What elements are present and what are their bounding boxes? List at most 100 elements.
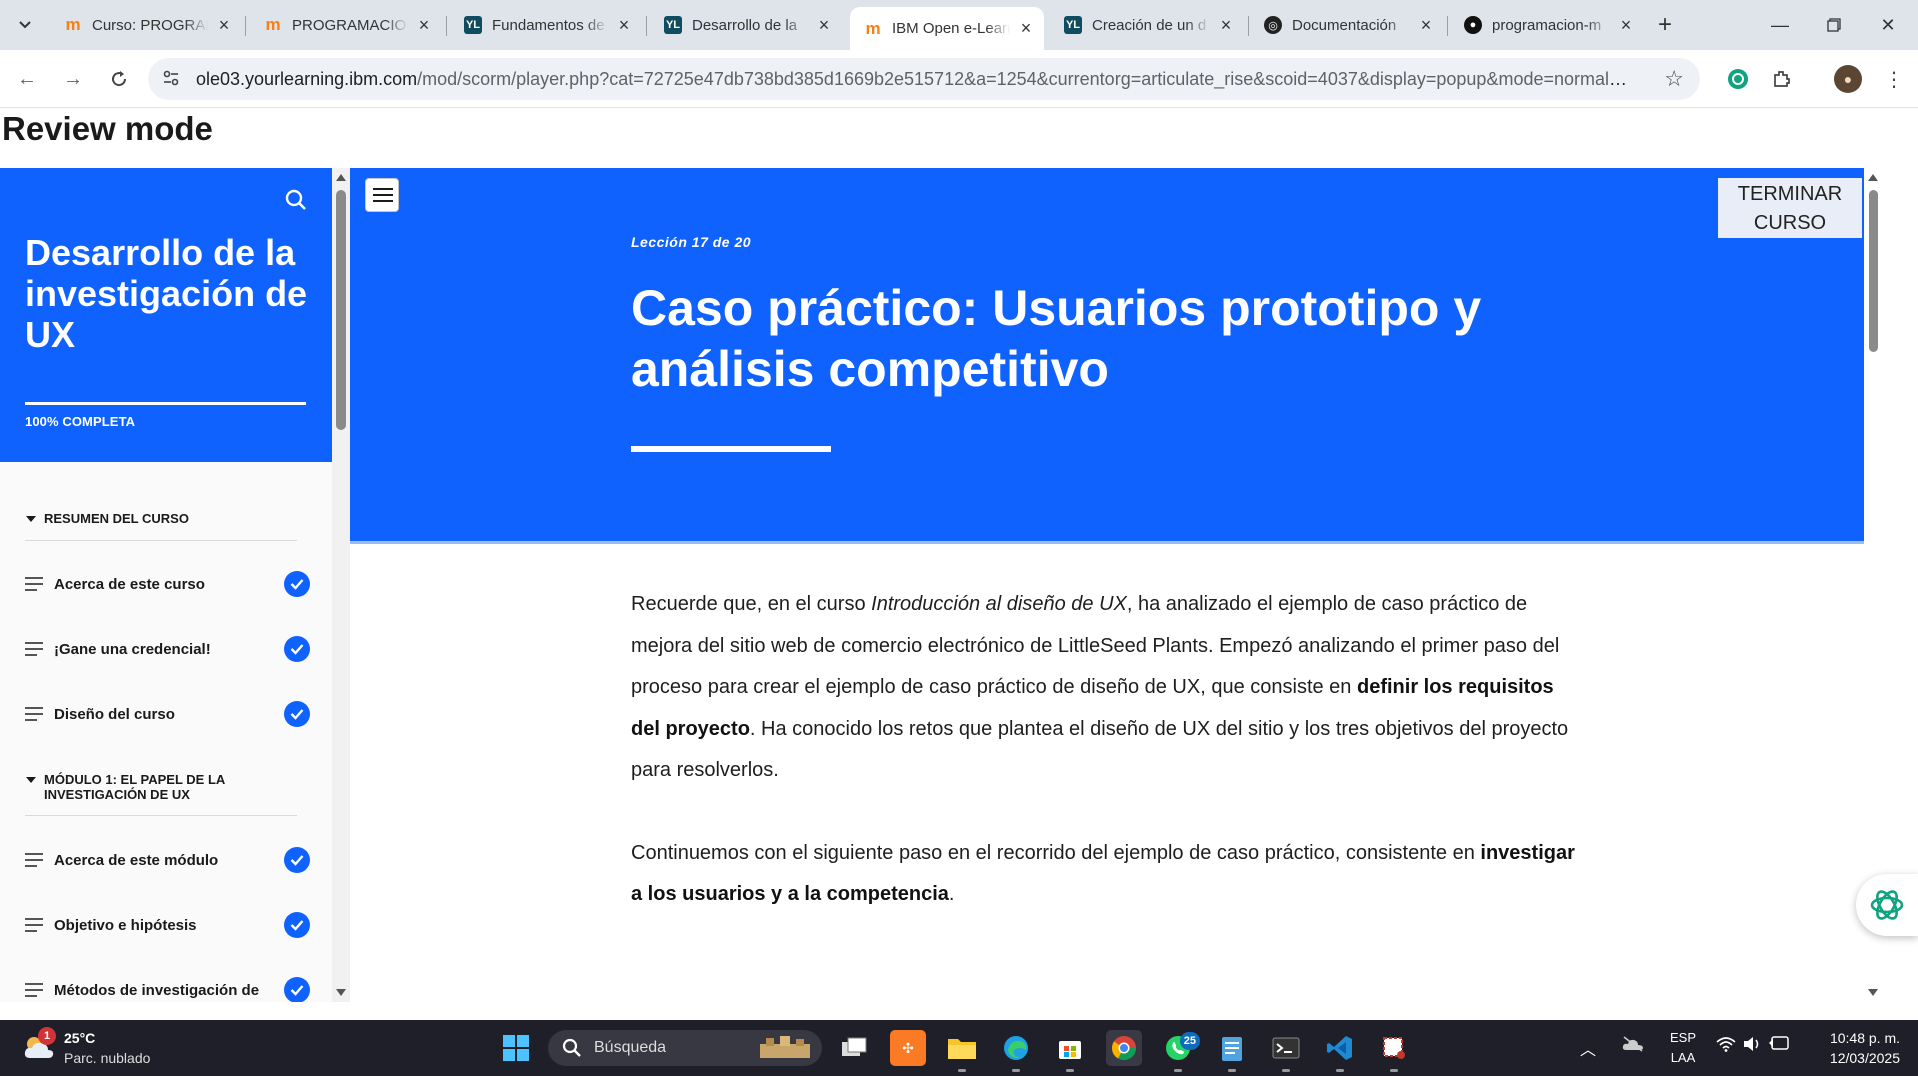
url-text[interactable]: ole03.yourlearning.ibm.com/mod/scorm/pla… — [196, 69, 1636, 90]
section-module-1[interactable]: MÓDULO 1: EL PAPEL DE LA INVESTIGACIÓN D… — [25, 772, 297, 802]
tab-label: IBM Open e-Learning — [892, 20, 1010, 37]
ai-assistant-button[interactable] — [1856, 874, 1918, 936]
close-icon[interactable]: × — [1218, 15, 1234, 36]
bookmark-star-icon[interactable]: ☆ — [1664, 66, 1684, 92]
divider — [25, 815, 297, 816]
task-view-icon[interactable] — [836, 1030, 872, 1066]
close-icon[interactable]: × — [616, 15, 632, 36]
browser-tab-strip: m Curso: PROGRAMACION × m PROGRAMACION ×… — [0, 0, 1918, 50]
close-icon[interactable]: × — [1618, 15, 1634, 36]
input-layout[interactable]: LAA — [1668, 1050, 1698, 1065]
xampp-icon[interactable]: ✣ — [890, 1030, 926, 1066]
onedrive-off-icon[interactable] — [1622, 1036, 1644, 1057]
sidebar-item-about-module[interactable]: Acerca de este módulo — [25, 845, 310, 875]
scrollbar-thumb[interactable] — [1869, 190, 1878, 352]
terminal-icon[interactable] — [1268, 1030, 1304, 1072]
browser-tab[interactable]: YL Fundamentos de × — [450, 7, 642, 43]
yourlearning-icon: YL — [464, 16, 482, 34]
vscode-icon[interactable] — [1322, 1030, 1358, 1072]
completed-check-icon — [284, 847, 310, 873]
browser-tab[interactable]: m Curso: PROGRAMACION × — [50, 7, 242, 43]
scroll-down-icon[interactable] — [336, 989, 346, 996]
browser-tab[interactable]: m PROGRAMACION × — [250, 7, 442, 43]
sidebar-item-credential[interactable]: ¡Gane una credencial! — [25, 634, 310, 664]
battery-icon[interactable] — [1768, 1036, 1790, 1055]
sidebar-item-course-design[interactable]: Diseño del curso — [25, 699, 310, 729]
tab-search-icon[interactable] — [10, 10, 40, 40]
file-explorer-icon[interactable] — [944, 1030, 980, 1072]
taskbar-search[interactable]: Búsqueda — [548, 1030, 822, 1066]
lesson-hero: TERMINAR CURSO Lección 17 de 20 Caso prá… — [350, 168, 1864, 541]
volume-icon[interactable] — [1742, 1036, 1762, 1057]
start-icon[interactable] — [498, 1030, 534, 1066]
completed-check-icon — [284, 912, 310, 938]
menu-toggle-button[interactable] — [365, 178, 399, 212]
sidebar-item-objective[interactable]: Objetivo e hipótesis — [25, 910, 310, 940]
notepad-icon[interactable] — [1214, 1030, 1250, 1072]
browser-tab[interactable]: YL Creación de un d × — [1050, 7, 1244, 43]
browser-tab[interactable]: ◎ Documentación × — [1250, 7, 1444, 43]
url-host: ole03.yourlearning.ibm.com — [196, 69, 418, 89]
reload-icon[interactable] — [104, 64, 134, 94]
section-course-summary[interactable]: RESUMEN DEL CURSO — [25, 511, 297, 526]
finish-course-button[interactable]: TERMINAR CURSO — [1718, 178, 1862, 238]
tab-label: Desarrollo de la — [692, 16, 798, 34]
search-placeholder: Búsqueda — [594, 1039, 667, 1056]
browser-toolbar: ← → ole03.yourlearning.ibm.com/mod/scorm… — [0, 50, 1918, 108]
minimize-icon[interactable]: — — [1752, 0, 1808, 50]
search-icon[interactable] — [284, 188, 308, 212]
address-bar[interactable]: ole03.yourlearning.ibm.com/mod/scorm/pla… — [148, 58, 1700, 100]
input-language[interactable]: ESP — [1668, 1030, 1698, 1045]
sidebar-item-about-course[interactable]: Acerca de este curso — [25, 569, 310, 599]
weather-condition: Parc. nublado — [64, 1050, 151, 1066]
sidebar-header: Desarrollo de la investigación de UX 100… — [0, 168, 332, 462]
section-label: MÓDULO 1: EL PAPEL DE LA INVESTIGACIÓN D… — [44, 772, 225, 802]
url-path: /mod/scorm/player.php?cat=72725e47db738b… — [417, 69, 1636, 89]
browser-tab[interactable]: ● programacion-m × — [1450, 7, 1644, 43]
new-tab-icon[interactable]: + — [1650, 10, 1680, 40]
scroll-up-icon[interactable] — [336, 174, 346, 181]
forward-icon[interactable]: → — [58, 64, 88, 94]
scroll-down-icon[interactable] — [1868, 989, 1878, 996]
clock-time[interactable]: 10:48 p. m. — [1810, 1030, 1900, 1046]
browser-tab[interactable]: YL Desarrollo de la × — [650, 7, 842, 43]
course-reference: Introducción al diseño de UX — [871, 593, 1127, 615]
tray-overflow-icon[interactable]: ︿ — [1580, 1036, 1596, 1060]
review-mode-title: Review mode — [2, 110, 213, 147]
course-title: Desarrollo de la investigación de UX — [25, 232, 308, 355]
sidebar-item-methods[interactable]: Métodos de investigación de — [25, 975, 310, 1002]
moodle-icon: m — [65, 15, 81, 34]
clock-date[interactable]: 12/03/2025 — [1810, 1050, 1900, 1066]
snipping-tool-icon[interactable] — [1376, 1030, 1412, 1072]
edge-icon[interactable] — [998, 1030, 1034, 1072]
whatsapp-icon[interactable]: 25 — [1160, 1030, 1200, 1072]
close-icon[interactable]: × — [216, 15, 232, 36]
profile-avatar[interactable]: ● — [1834, 65, 1862, 93]
site-info-icon[interactable] — [162, 69, 180, 92]
sidebar-scrollbar[interactable] — [332, 168, 350, 1002]
sidebar-item-label: Objetivo e hipótesis — [54, 916, 197, 934]
close-icon[interactable]: × — [1418, 15, 1434, 36]
weather-temperature: 25°C — [64, 1030, 96, 1046]
scroll-up-icon[interactable] — [1868, 174, 1878, 181]
chrome-icon[interactable] — [1106, 1030, 1142, 1066]
paragraph: Continuemos con el siguiente paso en el … — [631, 841, 1575, 906]
restore-icon[interactable] — [1806, 0, 1862, 50]
scrollbar-thumb[interactable] — [336, 190, 346, 430]
close-window-icon[interactable]: ✕ — [1860, 0, 1916, 50]
lesson-lines-icon — [25, 853, 43, 867]
tab-label: Fundamentos de — [492, 16, 605, 34]
extensions-icon[interactable] — [1768, 65, 1796, 93]
close-icon[interactable]: × — [416, 15, 432, 36]
back-icon[interactable]: ← — [12, 64, 42, 94]
lesson-counter: Lección 17 de 20 — [631, 234, 752, 250]
course-sidebar: Desarrollo de la investigación de UX 100… — [0, 168, 332, 1002]
chatgpt-extension-icon[interactable] — [1724, 65, 1752, 93]
wifi-icon[interactable] — [1716, 1036, 1736, 1057]
close-icon[interactable]: × — [816, 15, 832, 36]
more-menu-icon[interactable]: ⋮ — [1880, 65, 1908, 93]
progress-label: 100% COMPLETA — [25, 414, 136, 429]
store-icon[interactable] — [1052, 1030, 1088, 1072]
browser-tab-active[interactable]: m IBM Open e-Learning × — [850, 7, 1044, 50]
close-icon[interactable]: × — [1018, 18, 1034, 39]
